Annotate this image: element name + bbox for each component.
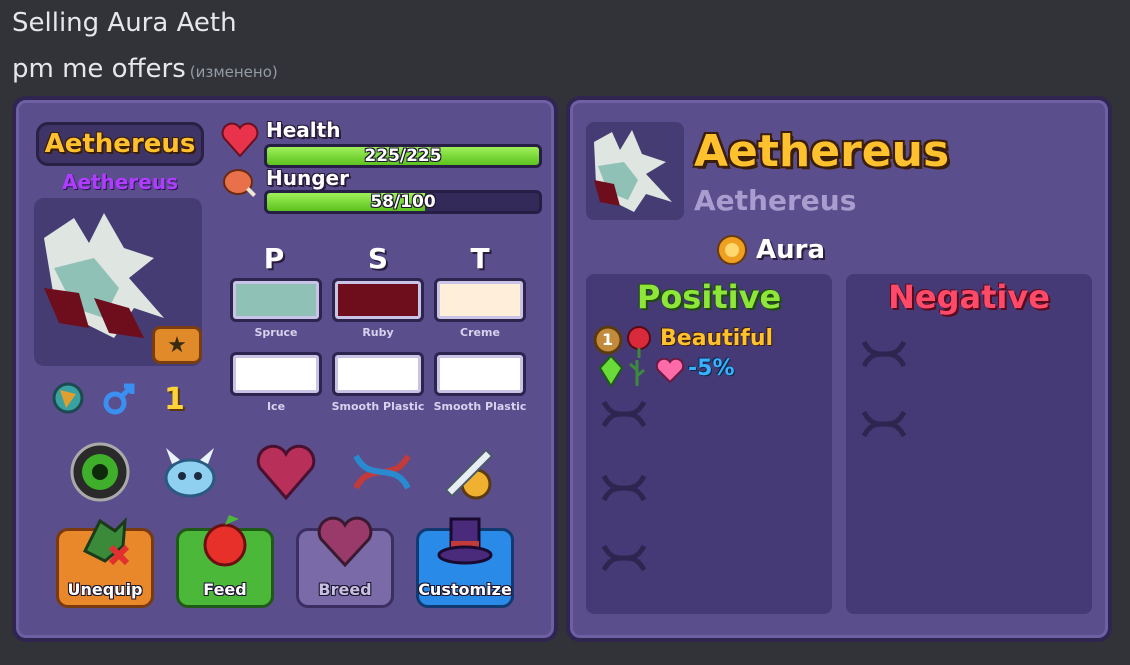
trait-name: Beautiful <box>660 326 774 351</box>
dragon-face-icon[interactable] <box>158 440 222 504</box>
detail-pet-name: Aethereus <box>694 126 950 177</box>
empty-slot-dna-icon <box>601 474 647 502</box>
positive-panel: Positive 1 Beautiful -5% <box>586 274 832 614</box>
male-gender-icon <box>103 383 135 415</box>
dragon-portrait-icon <box>594 130 672 212</box>
swatch-label: Creme <box>460 326 500 339</box>
dragon-unequip-icon <box>82 517 130 566</box>
hat-feather-icon[interactable] <box>436 440 500 504</box>
detail-pet-species: Aethereus <box>694 184 857 217</box>
unequip-label: Unequip <box>67 580 143 599</box>
swatch-label: Ruby <box>362 326 394 339</box>
empty-slot-dna-icon <box>601 400 647 428</box>
top-hat-icon <box>437 517 493 565</box>
pet-species: Aethereus <box>62 170 178 194</box>
stem-icon <box>629 360 645 386</box>
empty-slot-dna-icon <box>861 340 907 368</box>
rose-icon <box>627 326 651 358</box>
breed-button[interactable]: Breed <box>296 516 394 608</box>
customize-button[interactable]: Customize <box>416 517 514 608</box>
swatch-label: Spruce <box>254 326 298 339</box>
feed-label: Feed <box>203 580 247 599</box>
pet-card[interactable]: Aethereus Aethereus ★ Health 225/225 Hun… <box>12 96 558 642</box>
breed-label: Breed <box>318 580 372 599</box>
pet-name-plate: Aethereus <box>36 122 204 166</box>
detail-card[interactable]: Aethereus Aethereus Aura Positive 1 Beau… <box>566 96 1112 642</box>
heart-gem-icon[interactable] <box>254 440 318 504</box>
column-p: P <box>263 242 285 275</box>
column-t: T <box>470 242 490 275</box>
heart-gem-icon <box>656 358 684 384</box>
primary-material-swatch[interactable] <box>230 352 322 396</box>
unequip-button[interactable]: Unequip <box>56 517 154 608</box>
hunger-value: 58/100 <box>370 192 436 212</box>
swatch-label: Ice <box>266 400 286 413</box>
heart-icon <box>221 122 259 158</box>
negative-title: Negative <box>888 278 1050 316</box>
pet-name: Aethereus <box>44 129 196 159</box>
tertiary-material-swatch[interactable] <box>434 352 526 396</box>
health-label: Health <box>266 118 341 142</box>
primary-color-swatch[interactable] <box>230 278 322 322</box>
message-text: pm me offers <box>12 54 186 84</box>
crystal-icon <box>598 354 624 388</box>
edited-marker: (изменено) <box>189 63 278 81</box>
heart-gem-icon <box>317 516 373 568</box>
swatch-label: Smooth Plastic <box>433 400 527 413</box>
message-line-2: pm me offers (изменено) <box>12 54 278 84</box>
detail-portrait <box>586 122 684 220</box>
feed-button[interactable]: Feed <box>176 515 274 608</box>
aura-lion-icon <box>717 235 747 265</box>
aura-label: Aura <box>756 235 825 265</box>
eye-icon[interactable] <box>68 440 132 504</box>
trait-level: 1 <box>602 330 614 349</box>
hunger-bar: 58/100 <box>264 190 542 214</box>
empty-slot-dna-icon <box>601 544 647 572</box>
customize-label: Customize <box>418 580 512 599</box>
trait-effect: -5% <box>688 356 735 381</box>
empty-slot-dna-icon <box>861 410 907 438</box>
pet-age: 1 <box>164 382 185 417</box>
hunger-label: Hunger <box>266 166 349 190</box>
column-s: S <box>367 242 389 275</box>
swatch-label: Smooth Plastic <box>331 400 425 413</box>
meat-icon <box>223 169 256 197</box>
health-bar: 225/225 <box>264 144 542 168</box>
dragon-emblem-icon <box>52 382 84 414</box>
secondary-material-swatch[interactable] <box>332 352 424 396</box>
message-line-1: Selling Aura Aeth <box>12 8 237 38</box>
tertiary-color-swatch[interactable] <box>434 278 526 322</box>
health-value: 225/225 <box>364 146 442 166</box>
apple-icon <box>203 515 247 567</box>
favorite-star-button[interactable]: ★ <box>152 326 202 364</box>
secondary-color-swatch[interactable] <box>332 278 424 322</box>
aura-indicator: Aura <box>712 232 825 268</box>
dna-icon[interactable] <box>350 440 414 504</box>
positive-title: Positive <box>636 278 782 316</box>
negative-panel: Negative <box>846 274 1092 614</box>
